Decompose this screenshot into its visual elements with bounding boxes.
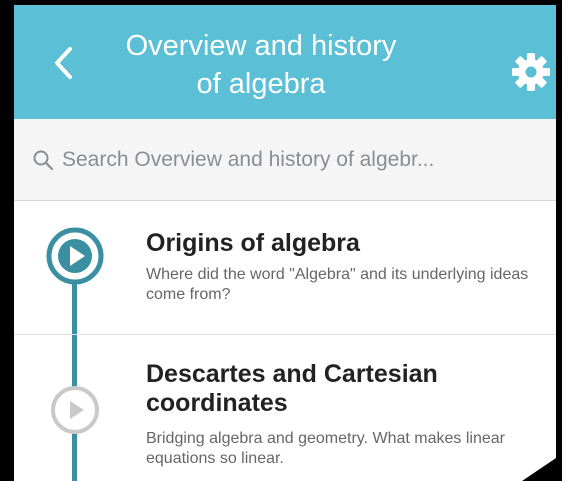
- lesson-title: Descartes and Cartesian coordinates: [146, 360, 438, 417]
- gear-icon[interactable]: [508, 49, 554, 95]
- search-input[interactable]: [62, 141, 556, 179]
- play-circle-inactive-icon: [51, 386, 99, 434]
- header-bar: Overview and history of algebra: [14, 5, 556, 119]
- search-icon: [33, 150, 54, 171]
- app-screen: Overview and history of algebra Search O…: [14, 5, 556, 481]
- lesson-item-descartes-and-cartesian-coordinates[interactable]: Descartes and Cartesian coordinates Brid…: [14, 335, 556, 481]
- page-title: Overview and history of algebra: [125, 30, 397, 100]
- lesson-description: Bridging algebra and geometry. What make…: [146, 430, 505, 467]
- play-circle-active-icon: [46, 227, 104, 285]
- lesson-title: Origins of algebra: [146, 229, 360, 257]
- back-chevron-icon[interactable]: [52, 45, 74, 81]
- corner-arrow-fragment: [522, 454, 562, 481]
- lesson-description: Where did the word "Algebra" and its und…: [146, 266, 529, 303]
- search-bar: [14, 119, 556, 201]
- lesson-list: Origins of algebra Where did the word "A…: [14, 201, 556, 481]
- lesson-item-origins-of-algebra[interactable]: Origins of algebra Where did the word "A…: [14, 201, 556, 335]
